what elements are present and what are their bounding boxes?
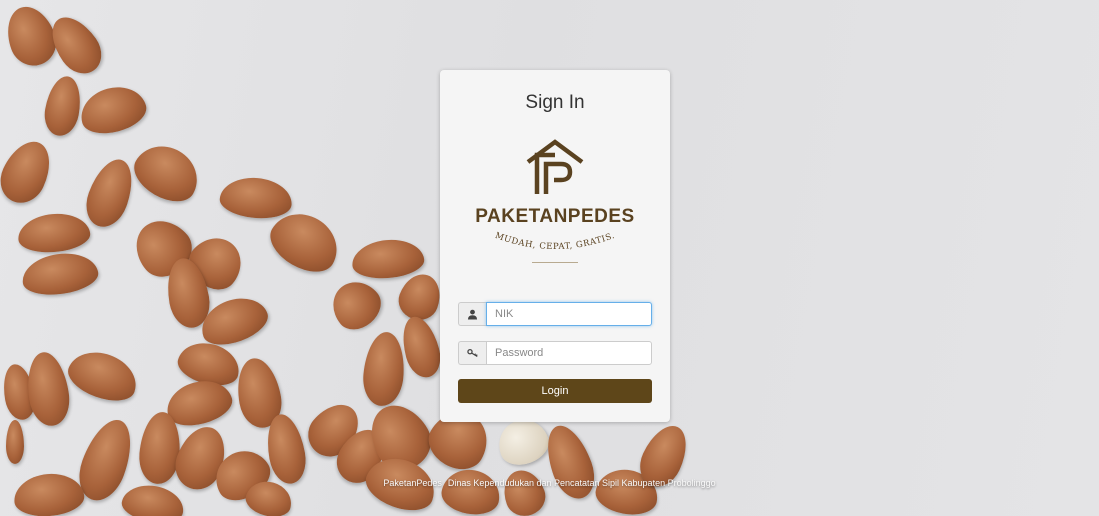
nik-input[interactable] <box>486 302 652 326</box>
login-button[interactable]: Login <box>458 379 652 403</box>
brand-tagline: MUDAH, CEPAT, GRATIS. <box>494 231 617 252</box>
password-field <box>458 341 652 365</box>
svg-text:MUDAH, CEPAT, GRATIS.: MUDAH, CEPAT, GRATIS. <box>494 231 617 252</box>
footer: PaketanPedes Dinas Kependudukan dan Penca… <box>0 478 1099 488</box>
key-icon <box>458 341 486 365</box>
footer-app-name: PaketanPedes <box>383 478 442 488</box>
user-icon <box>458 302 486 326</box>
house-logo-icon <box>526 139 584 194</box>
footer-org-name: Dinas Kependudukan dan Pencatatan Sipil … <box>447 478 716 488</box>
sign-in-panel: Sign In PAKETANPEDES MUDAH, CEPAT, GRATI… <box>440 70 670 422</box>
brand-divider <box>532 262 578 263</box>
sign-in-title: Sign In <box>525 92 585 113</box>
brand-name: PAKETANPEDES <box>475 206 635 227</box>
password-input[interactable] <box>486 341 652 365</box>
nik-field <box>458 302 652 326</box>
